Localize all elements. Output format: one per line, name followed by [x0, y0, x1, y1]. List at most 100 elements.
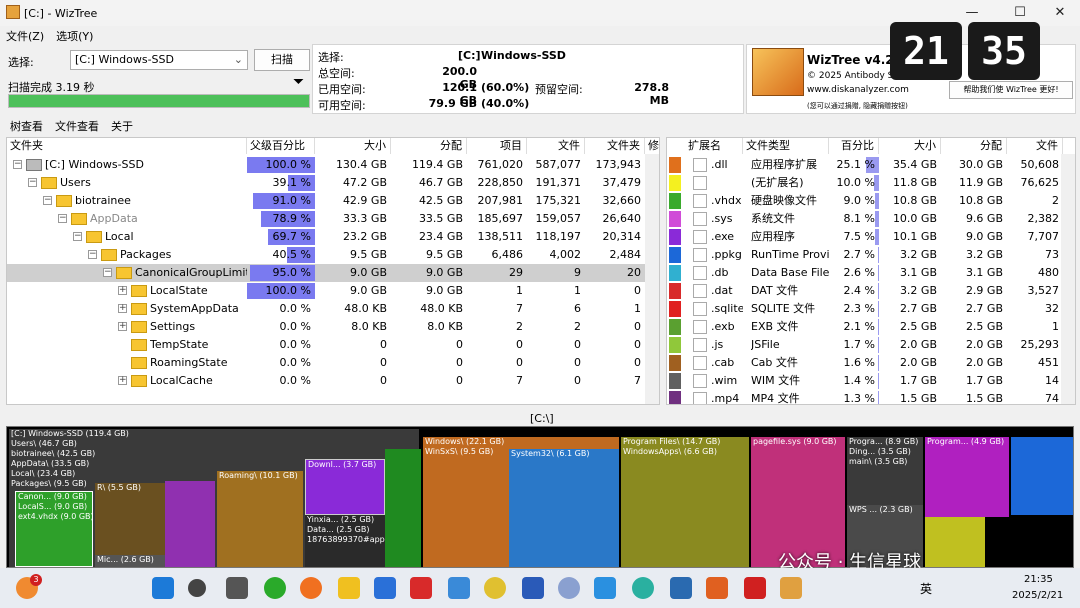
col-type-alloc[interactable]: 分配: [941, 138, 1007, 154]
col-allocated[interactable]: 分配: [391, 138, 467, 154]
table-row[interactable]: .mp4 MP4 文件 1.3 % 1.5 GB 1.5 GB 74: [667, 390, 1063, 404]
treemap-system32-block[interactable]: System32\ (6.1 GB): [509, 449, 619, 567]
col-type-files[interactable]: 文件: [1007, 138, 1063, 154]
col-type-size[interactable]: 大小: [879, 138, 941, 154]
col-folders[interactable]: 文件夹: [585, 138, 645, 154]
task-view-icon[interactable]: [226, 577, 248, 599]
treemap-green-block[interactable]: [385, 449, 421, 567]
table-row[interactable]: TempState 0.0 % 0 0 0 0 0: [7, 336, 645, 354]
table-row[interactable]: .db Data Base File 2.6 % 3.1 GB 3.1 GB 480: [667, 264, 1063, 282]
file-explorer-icon[interactable]: [338, 577, 360, 599]
minimize-icon[interactable]: —: [962, 5, 982, 20]
app-icon-blue[interactable]: [374, 577, 396, 599]
tab-about[interactable]: 关于: [105, 116, 139, 136]
table-row[interactable]: + SystemAppData 0.0 % 48.0 KB 48.0 KB 7 6 1: [7, 300, 645, 318]
close-icon[interactable]: ✕: [1050, 5, 1070, 20]
table-row[interactable]: (无扩展名) 10.0 % 11.8 GB 11.9 GB 76,625: [667, 174, 1063, 192]
treemap-prog3-block[interactable]: Program... (4.9 GB): [925, 437, 1009, 517]
table-row[interactable]: − [C:] Windows-SSD 100.0 % 130.4 GB 119.4 GB…: [7, 156, 645, 174]
treemap-roaming-block[interactable]: Roaming\ (10.1 GB): [217, 471, 303, 567]
expand-toggle-icon[interactable]: −: [13, 160, 22, 169]
expand-toggle-icon[interactable]: +: [118, 322, 127, 331]
expand-toggle-icon[interactable]: +: [118, 304, 127, 313]
expand-toggle-icon[interactable]: −: [28, 178, 37, 187]
filter-icon[interactable]: ⏷: [293, 74, 304, 90]
table-row[interactable]: .ppkg RunTime Provisio 2.7 % 3.2 GB 3.2 GB 73: [667, 246, 1063, 264]
clock-time[interactable]: 21:35: [1024, 574, 1053, 585]
app-icon-p[interactable]: [670, 577, 692, 599]
table-row[interactable]: − AppData 78.9 % 33.3 GB 33.5 GB 185,697 159,0…: [7, 210, 645, 228]
table-row[interactable]: − biotrainee 91.0 % 42.9 GB 42.5 GB 207,981 17…: [7, 192, 645, 210]
table-row[interactable]: + LocalCache 0.0 % 0 0 7 0 7: [7, 372, 645, 390]
table-row[interactable]: .exe 应用程序 7.5 % 10.1 GB 9.0 GB 7,707: [667, 228, 1063, 246]
table-row[interactable]: .dat DAT 文件 2.4 % 3.2 GB 2.9 GB 3,527: [667, 282, 1063, 300]
input-language[interactable]: 英: [920, 580, 932, 597]
treemap-mic-block[interactable]: Mic... (2.6 GB): [95, 555, 165, 567]
clock-date[interactable]: 2025/2/21: [1012, 590, 1063, 601]
expand-toggle-icon[interactable]: −: [58, 214, 67, 223]
col-items[interactable]: 项目: [467, 138, 527, 154]
expand-toggle-icon[interactable]: −: [88, 250, 97, 259]
r-icon[interactable]: [558, 577, 580, 599]
menu-options[interactable]: 选项(Y): [50, 26, 99, 44]
app-icon-chat[interactable]: [448, 577, 470, 599]
table-row[interactable]: − Users 39.1 % 47.2 GB 46.7 GB 228,850 191,371…: [7, 174, 645, 192]
table-row[interactable]: + LocalState 100.0 % 9.0 GB 9.0 GB 1 1 0: [7, 282, 645, 300]
table-row[interactable]: + Settings 0.0 % 8.0 KB 8.0 KB 2 2 0: [7, 318, 645, 336]
col-modified[interactable]: 修: [645, 138, 659, 154]
treemap-misc-block[interactable]: [165, 481, 215, 567]
tab-tree-view[interactable]: 树查看: [4, 116, 49, 136]
table-row[interactable]: RoamingState 0.0 % 0 0 0 0 0: [7, 354, 645, 372]
treemap-blue-block[interactable]: [1011, 437, 1073, 515]
expand-toggle-icon[interactable]: −: [73, 232, 82, 241]
table-row[interactable]: .exb EXB 文件 2.1 % 2.5 GB 2.5 GB 1: [667, 318, 1063, 336]
scan-button[interactable]: 扫描: [254, 49, 310, 71]
start-icon[interactable]: [152, 577, 174, 599]
app-icon-red[interactable]: [410, 577, 432, 599]
col-parent-pct[interactable]: 父级百分比: [247, 138, 315, 154]
tab-file-view[interactable]: 文件查看: [49, 116, 105, 136]
table-row[interactable]: .sqlite SQLITE 文件 2.3 % 2.7 GB 2.7 GB 32: [667, 300, 1063, 318]
treemap-progfiles-block[interactable]: Program Files\ (14.7 GB) WindowsApps\ (6…: [621, 437, 749, 567]
table-row[interactable]: .sys 系统文件 8.1 % 10.0 GB 9.6 GB 2,382: [667, 210, 1063, 228]
expand-toggle-icon[interactable]: −: [103, 268, 112, 277]
wps-icon[interactable]: [744, 577, 766, 599]
treemap-yellow-block[interactable]: [925, 517, 985, 567]
app-icon-eye[interactable]: [484, 577, 506, 599]
types-scrollbar[interactable]: [1061, 154, 1075, 404]
expand-toggle-icon[interactable]: +: [118, 286, 127, 295]
tree-scrollbar[interactable]: [645, 154, 659, 404]
search-icon[interactable]: [188, 579, 206, 597]
table-row[interactable]: − Local 69.7 % 23.2 GB 23.4 GB 138,511 118,197…: [7, 228, 645, 246]
treemap-yinxia-block[interactable]: Yinxia... (2.5 GB) Data... (2.5 GB) 1876…: [305, 515, 385, 567]
col-folder[interactable]: 文件夹: [7, 138, 247, 154]
col-percent[interactable]: 百分比: [829, 138, 879, 154]
treemap-downloads-block[interactable]: Downl... (3.7 GB): [305, 459, 385, 515]
menu-file[interactable]: 文件(Z): [0, 26, 50, 44]
treemap-vhdx-block[interactable]: Canon... (9.0 GB) LocalS... (9.0 GB) ext…: [15, 491, 93, 567]
treemap[interactable]: [C:] Windows-SSD (119.4 GB) Users\ (46.7…: [6, 426, 1074, 568]
table-row[interactable]: − CanonicalGroupLimited 95.0 % 9.0 GB 9.0 GB…: [7, 264, 645, 282]
expand-toggle-icon[interactable]: −: [43, 196, 52, 205]
table-row[interactable]: .js JSFile 1.7 % 2.0 GB 2.0 GB 25,293: [667, 336, 1063, 354]
search-app-icon[interactable]: [300, 577, 322, 599]
wechat-icon[interactable]: [264, 577, 286, 599]
donate-button[interactable]: 帮助我们使 WizTree 更好!: [949, 81, 1073, 99]
table-row[interactable]: .dll 应用程序扩展 25.1 % 35.4 GB 30.0 GB 50,608: [667, 156, 1063, 174]
drive-select[interactable]: [C:] Windows-SSD ⌄: [70, 50, 248, 70]
table-row[interactable]: − Packages 40.5 % 9.5 GB 9.5 GB 6,486 4,002 2,4…: [7, 246, 645, 264]
maximize-icon[interactable]: ☐: [1010, 5, 1030, 20]
word-icon[interactable]: [522, 577, 544, 599]
expand-toggle-icon[interactable]: +: [118, 376, 127, 385]
table-row[interactable]: .cab Cab 文件 1.6 % 2.0 GB 2.0 GB 451: [667, 354, 1063, 372]
app-icon-arrow[interactable]: [594, 577, 616, 599]
col-files[interactable]: 文件: [527, 138, 585, 154]
edge-icon[interactable]: [632, 577, 654, 599]
col-size[interactable]: 大小: [315, 138, 391, 154]
wiztree-taskbar-icon[interactable]: [780, 577, 802, 599]
table-row[interactable]: .wim WIM 文件 1.4 % 1.7 GB 1.7 GB 14: [667, 372, 1063, 390]
col-file-type[interactable]: 文件类型: [743, 138, 829, 154]
brand-url[interactable]: www.diskanalyzer.com: [807, 85, 909, 95]
table-row[interactable]: .vhdx 硬盘映像文件 9.0 % 10.8 GB 10.8 GB 2: [667, 192, 1063, 210]
col-extension[interactable]: 扩展名: [685, 138, 743, 154]
